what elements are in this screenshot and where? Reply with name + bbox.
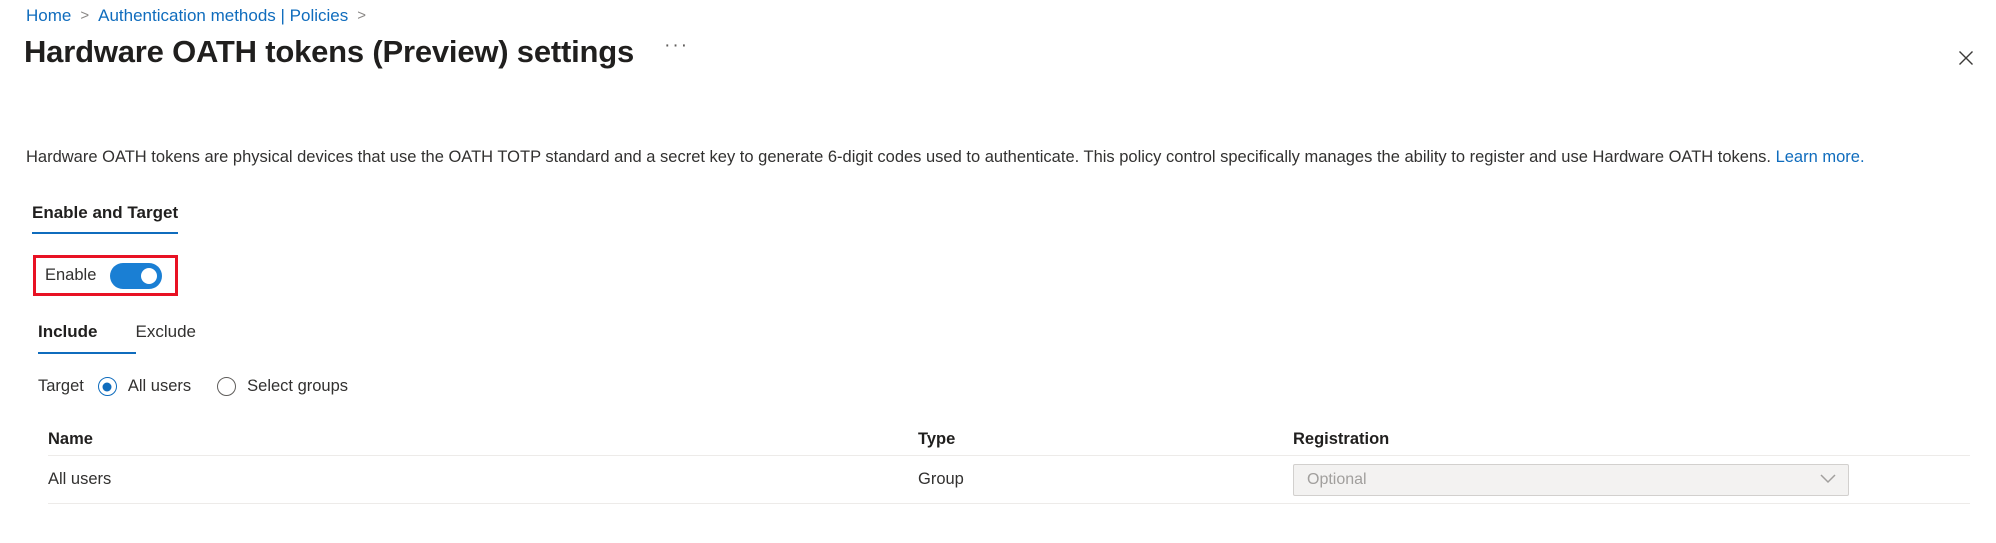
radio-select-groups[interactable]: Select groups bbox=[217, 377, 348, 396]
target-table: Name Type Registration All users Group O… bbox=[48, 424, 1970, 504]
chevron-down-icon bbox=[1820, 471, 1836, 489]
tab-include-label: Include bbox=[38, 322, 98, 341]
enable-toggle-group: Enable bbox=[36, 258, 175, 293]
cell-type: Group bbox=[918, 470, 964, 488]
column-header-registration: Registration bbox=[1293, 430, 1390, 448]
tab-enable-and-target-label: Enable and Target bbox=[32, 203, 179, 222]
tab-include-active-underline bbox=[38, 352, 136, 354]
column-header-type: Type bbox=[918, 430, 956, 448]
radio-select-groups-label: Select groups bbox=[247, 377, 349, 395]
radio-all-users-icon bbox=[97, 377, 117, 396]
enable-toggle-label: Enable bbox=[45, 266, 97, 284]
breadcrumb-separator-icon: > bbox=[357, 7, 367, 24]
tab-enable-and-target[interactable]: Enable and Target bbox=[32, 203, 179, 234]
tab-include[interactable]: Include bbox=[38, 322, 136, 354]
table-row[interactable]: All users Group Optional bbox=[48, 456, 1970, 504]
column-header-name: Name bbox=[48, 430, 93, 448]
toggle-knob bbox=[141, 267, 158, 284]
radio-all-users[interactable]: All users bbox=[97, 377, 192, 396]
target-radio-group: Target All users Select groups bbox=[38, 377, 374, 396]
registration-dropdown[interactable]: Optional bbox=[1293, 463, 1849, 496]
pivot-tabs: Enable and Target bbox=[32, 203, 179, 234]
description-text: Hardware OATH tokens are physical device… bbox=[26, 146, 1865, 168]
breadcrumb: Home > Authentication methods | Policies… bbox=[26, 6, 375, 26]
learn-more-link[interactable]: Learn more. bbox=[1776, 148, 1865, 166]
registration-dropdown-value: Optional bbox=[1307, 470, 1367, 488]
enable-toggle-annotation-box: Enable bbox=[33, 255, 178, 296]
description-body: Hardware OATH tokens are physical device… bbox=[26, 148, 1776, 166]
tab-exclude[interactable]: Exclude bbox=[136, 322, 234, 350]
breadcrumb-item-authentication-methods-policies[interactable]: Authentication methods | Policies bbox=[98, 6, 348, 26]
close-button[interactable] bbox=[1950, 42, 1982, 74]
table-header-row: Name Type Registration bbox=[48, 424, 1970, 456]
more-actions-button[interactable]: ··· bbox=[658, 33, 695, 59]
radio-select-groups-icon bbox=[217, 377, 237, 396]
radio-selected-dot bbox=[102, 382, 112, 391]
include-exclude-tabs: Include Exclude bbox=[38, 322, 234, 354]
breadcrumb-separator-icon: > bbox=[80, 7, 90, 24]
cell-name: All users bbox=[48, 470, 112, 488]
breadcrumb-item-home[interactable]: Home bbox=[26, 6, 71, 26]
radio-all-users-label: All users bbox=[127, 377, 192, 395]
page-title: Hardware OATH tokens (Preview) settings bbox=[24, 34, 635, 69]
cell-registration: Optional bbox=[1293, 463, 1970, 496]
enable-toggle[interactable] bbox=[110, 262, 163, 289]
tab-exclude-label: Exclude bbox=[135, 322, 196, 341]
target-label: Target bbox=[38, 377, 84, 395]
title-row: Hardware OATH tokens (Preview) settings … bbox=[24, 32, 695, 72]
tab-active-underline bbox=[32, 232, 179, 234]
close-icon bbox=[1958, 50, 1974, 66]
